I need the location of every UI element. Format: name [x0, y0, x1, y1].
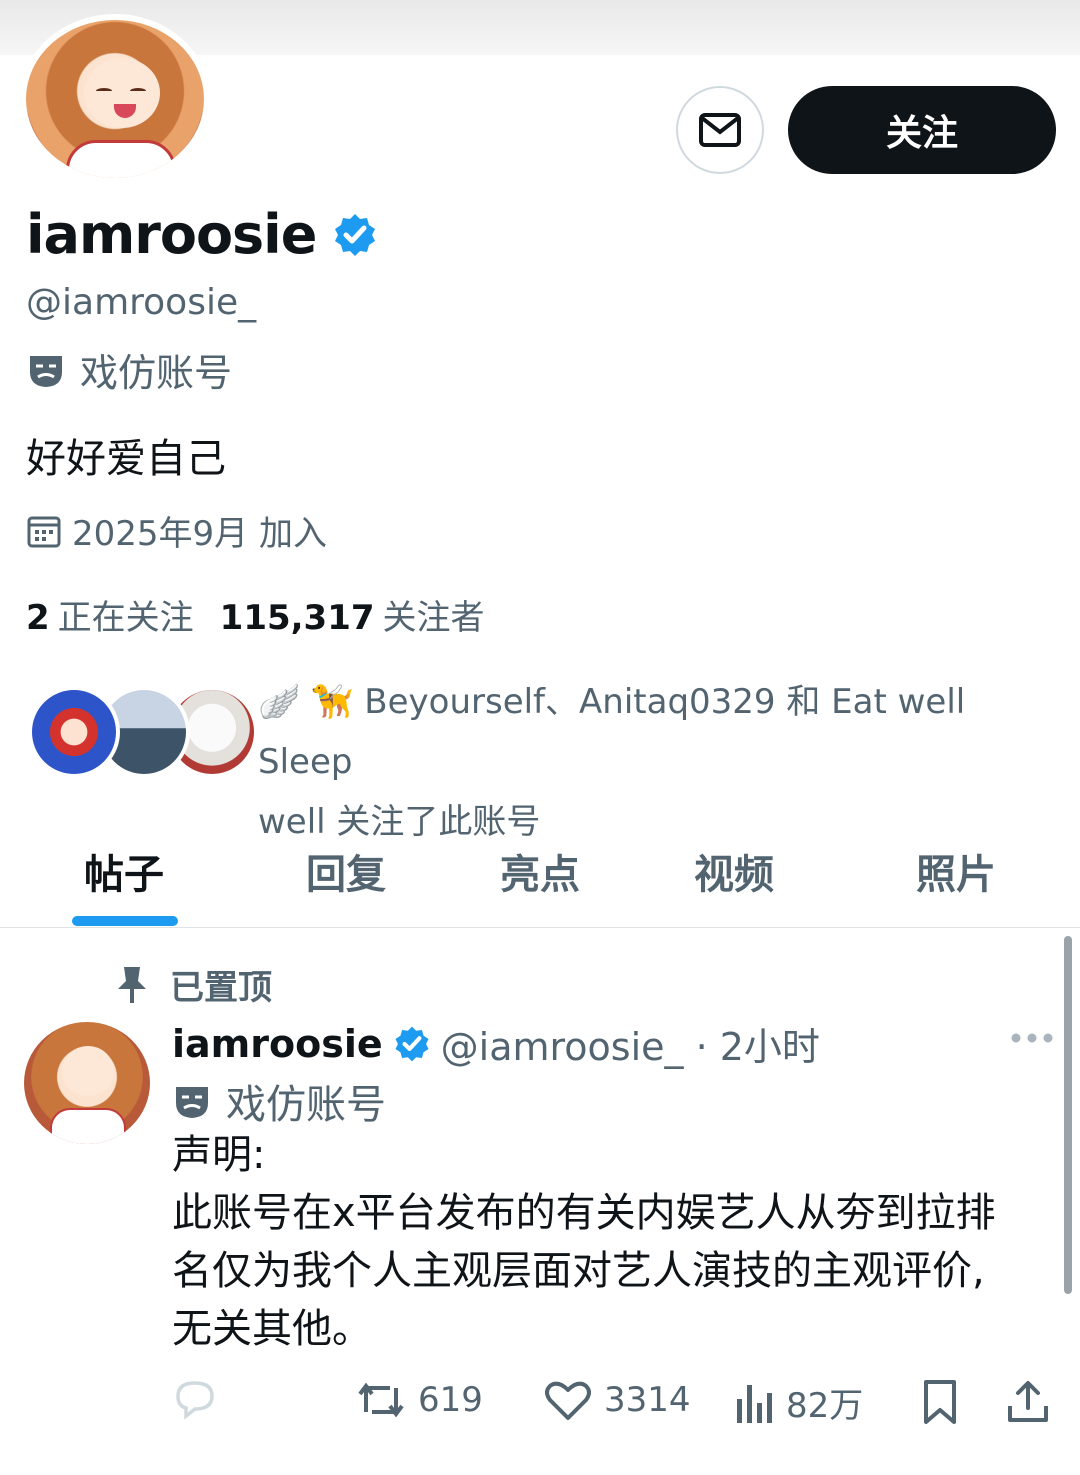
views-button[interactable]: 82万 — [734, 1378, 863, 1427]
post-avatar[interactable] — [24, 1022, 150, 1144]
follow-button[interactable]: 关注 — [788, 86, 1056, 174]
post-line: 声明: — [172, 1132, 266, 1178]
profile-avatar[interactable] — [20, 14, 210, 184]
retweet-button[interactable]: 619 — [356, 1378, 483, 1422]
more-options-icon[interactable] — [1010, 1026, 1054, 1054]
display-name-text: iamroosie — [26, 203, 317, 266]
tab-replies[interactable]: 回复 — [306, 842, 386, 900]
parody-text: 戏仿账号 — [80, 351, 233, 395]
share-button[interactable] — [1006, 1378, 1050, 1426]
verified-badge-icon — [335, 213, 376, 256]
views-chart-icon — [737, 1384, 772, 1423]
like-button[interactable]: 3314 — [544, 1378, 691, 1422]
post-line: 名仅为我个人主观层面对艺人演技的主观评价, — [172, 1248, 985, 1294]
profile-bio: 好好爱自己 — [26, 436, 226, 482]
reply-button[interactable] — [172, 1378, 218, 1422]
post-handle-time: @iamroosie_ · 2小时 — [440, 1025, 820, 1069]
pinned-label: 已置顶 — [116, 960, 272, 1009]
display-name: iamroosie — [26, 203, 378, 266]
tab-highlights[interactable]: 亮点 — [500, 842, 580, 900]
followers-link[interactable]: 115,317 关注者 — [220, 590, 485, 639]
retweet-icon — [358, 1382, 404, 1418]
scrollbar[interactable] — [1064, 936, 1072, 1294]
post-parody-label: 戏仿账号 — [172, 1072, 386, 1130]
pin-icon — [118, 966, 146, 1003]
retweet-count: 619 — [418, 1380, 483, 1420]
tab-posts[interactable]: 帖子 — [84, 842, 164, 900]
following-link[interactable]: 2 正在关注 — [26, 590, 194, 639]
bookmark-button[interactable] — [920, 1378, 960, 1426]
reply-icon — [176, 1381, 214, 1420]
calendar-icon — [27, 516, 61, 547]
mask-icon — [176, 1087, 208, 1118]
mask-icon — [30, 355, 62, 387]
active-tab-indicator — [72, 916, 178, 926]
followed-by-avatars[interactable] — [28, 686, 258, 778]
profile-handle: @iamroosie_ — [26, 282, 257, 323]
joined-text: 2025年9月 加入 — [72, 514, 327, 554]
follower-avatar-1 — [28, 686, 120, 778]
post-body: 声明: 此账号在x平台发布的有关内娱艺人从夯到拉排 名仅为我个人主观层面对艺人演… — [172, 1126, 1042, 1358]
envelope-icon — [699, 113, 741, 147]
post-parody-text: 戏仿账号 — [226, 1082, 386, 1128]
post-line: 无关其他。 — [172, 1306, 372, 1352]
post-actions: 619 3314 82万 — [0, 1374, 1080, 1434]
tab-videos[interactable]: 视频 — [694, 842, 774, 900]
like-count: 3314 — [604, 1380, 691, 1420]
views-count: 82万 — [786, 1386, 864, 1426]
post-line: 此账号在x平台发布的有关内娱艺人从夯到拉排 — [172, 1190, 996, 1236]
follow-counts: 2 正在关注 115,317 关注者 — [26, 590, 485, 639]
share-icon — [1008, 1381, 1048, 1422]
bookmark-icon — [924, 1380, 956, 1424]
tab-photos[interactable]: 照片 — [916, 842, 996, 900]
message-button[interactable] — [676, 86, 764, 174]
heart-icon — [545, 1381, 591, 1420]
profile-tabs: 帖子 回复 亮点 视频 照片 — [0, 820, 1080, 928]
pinned-text: 已置顶 — [170, 968, 272, 1008]
verified-badge-icon — [395, 1026, 429, 1061]
post-author-name[interactable]: iamroosie — [172, 1022, 383, 1066]
joined-date: 2025年9月 加入 — [26, 506, 327, 555]
post-header: iamroosie @iamroosie_ · 2小时 — [172, 1016, 820, 1071]
parody-label: 戏仿账号 — [26, 342, 232, 397]
